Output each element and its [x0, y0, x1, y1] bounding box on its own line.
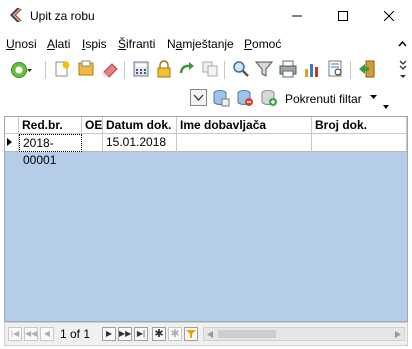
prev-record-button[interactable]: ◀: [40, 327, 54, 341]
scroll-left-icon[interactable]: [207, 331, 213, 338]
prev-page-button[interactable]: ◀◀: [24, 327, 38, 341]
chevron-down-icon[interactable]: [370, 95, 377, 100]
column-header-oe[interactable]: OE: [82, 117, 103, 134]
column-header-ime-dobavljaca[interactable]: Ime dobavljača: [177, 117, 312, 134]
report-preview-icon[interactable]: [327, 60, 345, 78]
filter-icon[interactable]: [255, 60, 273, 78]
filter-icon: [186, 330, 196, 338]
main-toolbar: [0, 55, 412, 85]
search-icon[interactable]: [232, 60, 250, 78]
refresh-dropdown-icon[interactable]: [10, 61, 32, 79]
column-header-broj-dok[interactable]: Broj dok.: [312, 117, 407, 134]
eraser-icon[interactable]: [101, 60, 119, 78]
menu-sifranti[interactable]: Šifranti: [118, 37, 155, 51]
table-cell-oe[interactable]: [82, 134, 103, 152]
grid-navigator: |◀ ◀◀ ◀ 1 of 1 ▶ ▶▶ ▶| ✱ ✱: [4, 322, 408, 346]
run-filter-button[interactable]: Pokrenuti filtar: [285, 92, 362, 106]
dropdown-toggle-icon[interactable]: [190, 89, 207, 106]
maximize-icon: [338, 10, 348, 21]
menu-bar: Unosi Alati Ispis Šifranti Namještanje P…: [0, 33, 412, 55]
database-add-icon[interactable]: [260, 89, 278, 107]
next-page-button[interactable]: ▶▶: [118, 327, 132, 341]
print-icon[interactable]: [279, 60, 297, 78]
first-page-button[interactable]: |◀: [8, 327, 22, 341]
table-cell-red-br[interactable]: 2018-00001: [19, 134, 82, 167]
menu-pomoc[interactable]: Pomoć: [244, 37, 281, 51]
edit-document-icon[interactable]: [77, 60, 95, 78]
close-icon: [384, 10, 394, 21]
filter-record-button[interactable]: [184, 327, 198, 341]
copy-icon[interactable]: [201, 60, 219, 78]
row-indicator-header: [5, 117, 19, 134]
new-document-icon[interactable]: [53, 60, 71, 78]
database-icon[interactable]: [212, 89, 230, 107]
toolbar-separator: [350, 61, 351, 79]
next-record-button[interactable]: ▶: [102, 327, 116, 341]
app-logo-icon: [10, 8, 22, 22]
minimize-icon: [292, 15, 302, 16]
toolbar-overflow-icon[interactable]: [398, 58, 408, 80]
data-grid[interactable]: Red.br. OE Datum dok. Ime dobavljača Bro…: [4, 116, 408, 322]
minimize-button[interactable]: [274, 0, 320, 31]
close-button[interactable]: [366, 0, 412, 31]
table-cell-broj-dok[interactable]: [312, 134, 407, 152]
current-row-indicator: [5, 134, 19, 152]
column-header-red-br[interactable]: Red.br.: [19, 117, 82, 134]
table-cell-datum-dok[interactable]: 15.01.2018: [103, 134, 177, 152]
redo-icon[interactable]: [178, 60, 196, 78]
exit-icon[interactable]: [358, 60, 376, 78]
menu-alati[interactable]: Alati: [47, 37, 70, 51]
lock-icon[interactable]: [155, 60, 173, 78]
filter-toolbar: Pokrenuti filtar: [0, 85, 412, 113]
table-cell-ime-dobavljaca[interactable]: [177, 134, 312, 152]
column-header-datum-dok[interactable]: Datum dok.: [103, 117, 177, 134]
database-remove-icon[interactable]: [236, 89, 254, 107]
toolbar-separator: [224, 61, 225, 79]
toolbar-overflow-icon[interactable]: [383, 105, 389, 109]
window-title: Upit za robu: [30, 9, 95, 23]
calculator-icon[interactable]: [132, 60, 150, 78]
maximize-button[interactable]: [320, 0, 366, 31]
bar-chart-icon[interactable]: [303, 60, 321, 78]
horizontal-scrollbar[interactable]: [203, 327, 405, 341]
append-record-button[interactable]: ✱: [152, 327, 166, 341]
menu-unosi[interactable]: Unosi: [6, 37, 37, 51]
page-info: 1 of 1: [60, 327, 91, 341]
row-pointer-icon: [7, 138, 12, 146]
menu-namjestanje[interactable]: Namještanje: [167, 37, 234, 51]
scroll-right-icon[interactable]: [395, 331, 401, 338]
toolbar-separator: [124, 61, 125, 79]
toolbar-separator: [45, 61, 46, 79]
scrollbar-thumb[interactable]: [218, 330, 276, 338]
menu-ispis[interactable]: Ispis: [82, 37, 107, 51]
menu-chevron-up-icon[interactable]: [398, 39, 407, 48]
title-bar: Upit za robu: [0, 0, 412, 31]
last-page-button[interactable]: ▶|: [134, 327, 148, 341]
delete-record-button[interactable]: ✱: [168, 327, 182, 341]
